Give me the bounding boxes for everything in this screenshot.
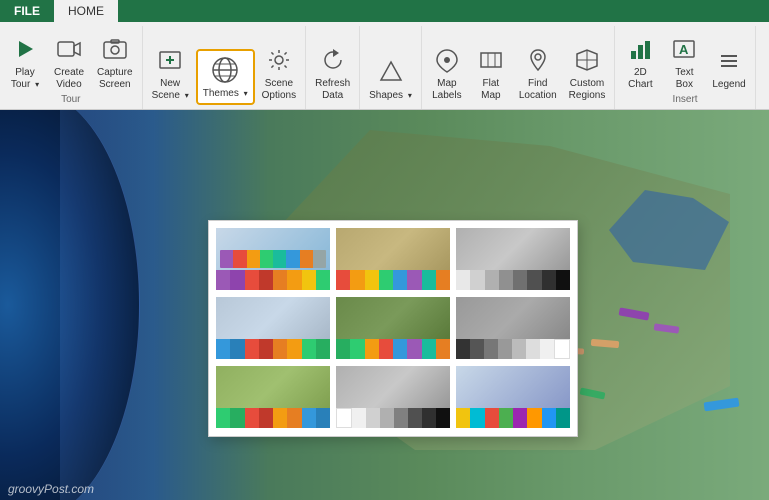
refresh-data-button[interactable]: RefreshData bbox=[310, 41, 355, 105]
tour-buttons: PlayTour ▾ CreateVideo bbox=[4, 28, 138, 94]
refresh-data-icon bbox=[317, 44, 349, 76]
map-area: groovyPost.com bbox=[0, 110, 769, 500]
theme-item-6[interactable] bbox=[455, 296, 571, 361]
title-bar: FILE HOME bbox=[0, 0, 769, 22]
custom-regions-icon bbox=[571, 44, 603, 76]
create-video-button[interactable]: CreateVideo bbox=[48, 30, 90, 94]
new-scene-label: NewScene ▾ bbox=[152, 78, 189, 102]
theme-item-4[interactable] bbox=[215, 296, 331, 361]
create-video-icon bbox=[53, 33, 85, 65]
insert-group-label: Insert bbox=[673, 94, 698, 107]
capture-screen-button[interactable]: CaptureScreen bbox=[92, 30, 138, 94]
theme-item-1[interactable] bbox=[215, 227, 331, 292]
ribbon-group-tour: PlayTour ▾ CreateVideo bbox=[0, 26, 143, 109]
theme-item-2[interactable] bbox=[335, 227, 451, 292]
refresh-data-label: RefreshData bbox=[315, 78, 350, 102]
map-labels-label: MapLabels bbox=[432, 78, 461, 102]
find-location-button[interactable]: FindLocation bbox=[514, 41, 562, 105]
ribbon-group-shapes: Shapes ▾ bbox=[360, 26, 422, 109]
themes-button[interactable]: Themes ▾ bbox=[196, 49, 255, 105]
theme-item-9[interactable] bbox=[455, 365, 571, 430]
themes-icon bbox=[209, 54, 241, 86]
svg-text:A: A bbox=[679, 42, 689, 57]
ribbon: PlayTour ▾ CreateVideo bbox=[0, 22, 769, 110]
capture-screen-label: CaptureScreen bbox=[97, 67, 133, 91]
flat-map-button[interactable]: FlatMap bbox=[470, 41, 512, 105]
scene-options-icon bbox=[263, 44, 295, 76]
legend-button[interactable]: Legend bbox=[707, 42, 750, 94]
map-labels-icon bbox=[431, 44, 463, 76]
new-scene-button[interactable]: NewScene ▾ bbox=[147, 41, 194, 105]
text-box-icon: A bbox=[668, 33, 700, 65]
shapes-icon bbox=[375, 56, 407, 88]
ribbon-group-data: RefreshData bbox=[306, 26, 360, 109]
scene-buttons: NewScene ▾ Themes ▾ bbox=[147, 28, 302, 105]
shapes-label: Shapes ▾ bbox=[369, 90, 412, 102]
play-tour-button[interactable]: PlayTour ▾ bbox=[4, 30, 46, 94]
themes-label: Themes ▾ bbox=[203, 88, 248, 100]
new-scene-icon bbox=[154, 44, 186, 76]
legend-icon bbox=[713, 45, 745, 77]
2d-chart-label: 2DChart bbox=[628, 67, 652, 91]
shapes-buttons: Shapes ▾ bbox=[364, 28, 417, 105]
shapes-button[interactable]: Shapes ▾ bbox=[364, 53, 417, 105]
home-tab[interactable]: HOME bbox=[54, 0, 118, 22]
data-buttons: RefreshData bbox=[310, 28, 355, 105]
scene-options-label: SceneOptions bbox=[262, 78, 296, 102]
map-labels-button[interactable]: MapLabels bbox=[426, 41, 468, 105]
tour-group-label: Tour bbox=[61, 94, 80, 107]
flat-map-label: FlatMap bbox=[481, 78, 500, 102]
2d-chart-button[interactable]: 2DChart bbox=[619, 30, 661, 94]
themes-dropdown bbox=[208, 220, 578, 437]
2d-chart-icon bbox=[624, 33, 656, 65]
theme-item-5[interactable] bbox=[335, 296, 451, 361]
insert-buttons: 2DChart A TextBox bbox=[619, 28, 750, 94]
scene-options-button[interactable]: SceneOptions bbox=[257, 41, 301, 105]
text-box-label: TextBox bbox=[675, 67, 693, 91]
theme-item-8[interactable] bbox=[335, 365, 451, 430]
flat-map-icon bbox=[475, 44, 507, 76]
map-buttons: MapLabels FlatMap bbox=[426, 28, 611, 105]
ribbon-group-insert: 2DChart A TextBox bbox=[615, 26, 755, 109]
find-location-icon bbox=[522, 44, 554, 76]
footer-watermark: groovyPost.com bbox=[0, 478, 102, 500]
custom-regions-button[interactable]: CustomRegions bbox=[564, 41, 611, 105]
ribbon-group-map: MapLabels FlatMap bbox=[422, 26, 616, 109]
create-video-label: CreateVideo bbox=[54, 67, 84, 91]
file-tab[interactable]: FILE bbox=[0, 0, 54, 22]
text-box-button[interactable]: A TextBox bbox=[663, 30, 705, 94]
theme-item-3[interactable] bbox=[455, 227, 571, 292]
legend-label: Legend bbox=[712, 79, 745, 91]
capture-screen-icon bbox=[99, 33, 131, 65]
play-tour-label: PlayTour ▾ bbox=[11, 67, 39, 91]
ribbon-group-scene: NewScene ▾ Themes ▾ bbox=[143, 26, 307, 109]
custom-regions-label: CustomRegions bbox=[569, 78, 606, 102]
theme-item-7[interactable] bbox=[215, 365, 331, 430]
play-tour-icon bbox=[9, 33, 41, 65]
find-location-label: FindLocation bbox=[519, 78, 557, 102]
